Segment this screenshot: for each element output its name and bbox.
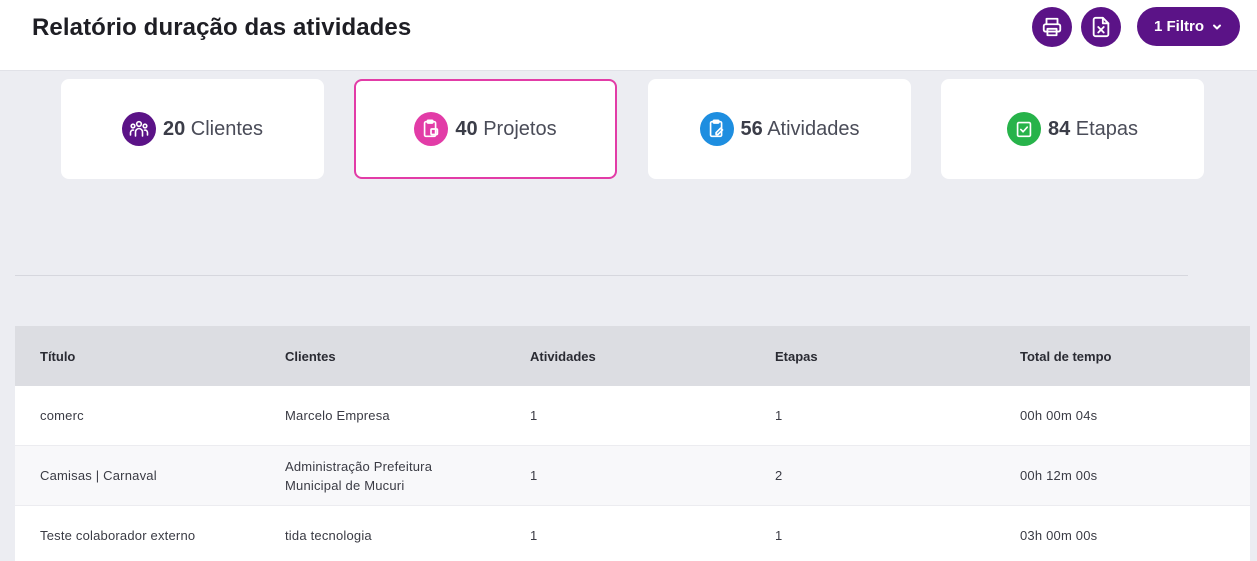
table-row[interactable]: Teste colaborador externo tida tecnologi… [15,506,1250,561]
cell-etapas: 1 [775,528,783,543]
cell-titulo: Teste colaborador externo [40,528,196,543]
card-etapas-label: Etapas [1075,117,1139,140]
cell-etapas: 1 [775,408,783,423]
column-header-clientes[interactable]: Clientes [260,349,505,364]
check-square-icon [1006,112,1041,146]
cell-total: 03h 00m 00s [1020,528,1098,543]
table-header: Título Clientes Atividades Etapas Total … [15,326,1250,386]
report-table: Título Clientes Atividades Etapas Total … [15,326,1250,561]
users-group-icon [121,112,156,146]
cell-titulo: Camisas | Carnaval [40,468,157,483]
excel-file-icon [1092,16,1110,38]
cell-titulo: comerc [40,408,84,423]
page-title: Relatório duração das atividades [32,14,412,41]
cell-atividades: 1 [530,408,538,423]
card-clientes[interactable]: 20 Clientes [61,79,324,179]
card-projetos[interactable]: 40 Projetos [354,79,617,179]
column-header-atividades[interactable]: Atividades [505,349,750,364]
cell-total: 00h 00m 04s [1020,408,1098,423]
section-divider [15,275,1188,276]
cell-atividades: 1 [530,468,538,483]
cell-cliente: Administração Prefeitura Municipal de Mu… [285,458,433,493]
card-clientes-label: Clientes [190,117,264,140]
table-row[interactable]: comerc Marcelo Empresa 1 1 00h 00m 04s [15,386,1250,446]
page-header: Relatório duração das atividades 1 Filtr… [0,0,1257,71]
card-etapas[interactable]: 84 Etapas [941,79,1204,179]
cell-cliente: tida tecnologia [285,528,372,543]
card-atividades-label: Atividades [767,117,860,140]
cell-cliente: Marcelo Empresa [285,408,390,423]
export-excel-button[interactable] [1081,7,1121,47]
cell-etapas: 2 [775,468,783,483]
chevron-down-icon [1213,24,1221,29]
cell-atividades: 1 [530,528,538,543]
card-projetos-count: 40 [455,117,478,140]
column-header-titulo[interactable]: Título [15,349,260,364]
card-etapas-count: 84 [1047,117,1071,140]
clipboard-edit-icon [699,112,734,146]
filter-button[interactable]: 1 Filtro [1137,7,1240,46]
column-header-etapas[interactable]: Etapas [750,349,995,364]
printer-icon [1042,17,1062,37]
cell-total: 00h 12m 00s [1020,468,1098,483]
column-header-total[interactable]: Total de tempo [995,349,1240,364]
card-atividades[interactable]: 56 Atividades [648,79,911,179]
table-row[interactable]: Camisas | Carnaval Administração Prefeit… [15,446,1250,506]
card-clientes-count: 20 [162,117,186,140]
print-button[interactable] [1032,7,1072,47]
card-projetos-label: Projetos [483,117,557,140]
filter-button-label: 1 Filtro [1153,18,1204,35]
clipboard-icon [414,112,449,146]
card-atividades-count: 56 [740,117,763,140]
